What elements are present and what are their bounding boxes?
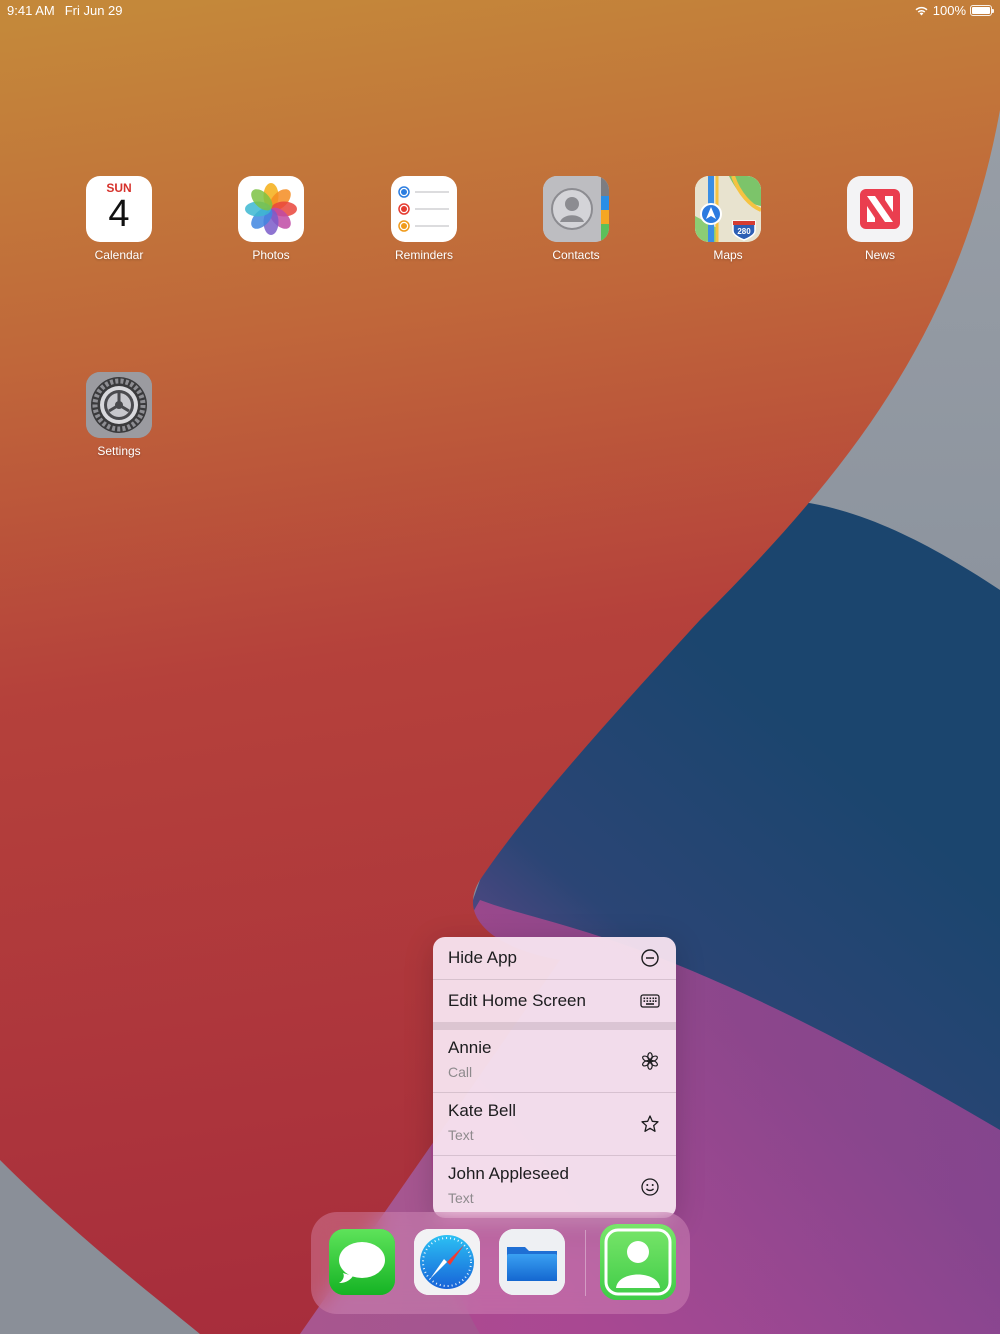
maps-icon: 280 — [695, 176, 761, 242]
calendar-icon: SUN 4 — [86, 176, 152, 242]
app-label: Maps — [713, 248, 743, 262]
battery-icon — [970, 5, 994, 16]
asterisk-flower-icon — [642, 1052, 658, 1070]
menu-item-hide-app[interactable]: Hide App — [433, 937, 676, 980]
settings-icon — [86, 372, 152, 438]
photos-icon — [238, 176, 304, 242]
contacts-icon — [600, 1224, 676, 1300]
status-time: 9:41 AM — [7, 3, 55, 18]
reminders-icon — [391, 176, 457, 242]
app-label: Reminders — [394, 248, 454, 262]
keyboard-icon — [640, 994, 660, 1008]
status-bar: 9:41 AM Fri Jun 29 100% — [0, 0, 1000, 20]
contact-name: Annie — [448, 1038, 492, 1057]
app-reminders[interactable]: Reminders — [364, 176, 484, 262]
app-label: Contacts — [552, 248, 600, 262]
menu-item-label: Hide App — [448, 948, 517, 967]
star-icon — [641, 1115, 659, 1132]
context-menu: Hide App Edit Home Screen Annie Call Kat… — [433, 937, 676, 1218]
calendar-date: 4 — [108, 193, 130, 235]
menu-item-edit-home-screen[interactable]: Edit Home Screen — [433, 980, 676, 1022]
status-date: Fri Jun 29 — [64, 3, 123, 18]
status-left: 9:41 AM Fri Jun 29 — [7, 3, 133, 18]
app-label: Calendar — [94, 248, 144, 262]
menu-item-contact-john-appleseed[interactable]: John Appleseed Text — [433, 1156, 676, 1218]
news-icon — [847, 176, 913, 242]
battery-percent: 100% — [932, 3, 966, 18]
menu-item-label: Edit Home Screen — [448, 991, 586, 1010]
contact-name: Kate Bell — [448, 1101, 517, 1120]
contact-action: Call — [448, 1064, 473, 1080]
dock-app-safari[interactable] — [414, 1229, 480, 1295]
minus-circle-icon — [641, 949, 659, 967]
menu-separator — [433, 1022, 676, 1030]
app-contacts[interactable]: Contacts — [516, 176, 636, 262]
status-right: 100% — [914, 3, 994, 18]
app-news[interactable]: News — [820, 176, 940, 262]
messages-icon — [329, 1229, 395, 1295]
contact-action: Text — [448, 1190, 474, 1206]
contact-action: Text — [448, 1127, 474, 1143]
contacts-icon — [543, 176, 609, 242]
dock-app-contacts[interactable] — [600, 1224, 676, 1300]
contact-name: John Appleseed — [448, 1164, 569, 1183]
menu-item-contact-annie[interactable]: Annie Call — [433, 1030, 676, 1093]
dock — [311, 1212, 690, 1314]
battery-fill — [972, 7, 990, 14]
app-settings[interactable]: Settings — [59, 372, 179, 458]
menu-item-contact-kate-bell[interactable]: Kate Bell Text — [433, 1093, 676, 1156]
dock-app-messages[interactable] — [329, 1229, 395, 1295]
files-icon — [499, 1229, 565, 1295]
app-label: News — [864, 248, 895, 262]
safari-icon — [414, 1229, 480, 1295]
app-photos[interactable]: Photos — [211, 176, 331, 262]
app-label: Settings — [97, 444, 141, 458]
smiley-icon — [641, 1178, 659, 1196]
wifi-icon — [915, 6, 928, 16]
dock-divider — [585, 1230, 586, 1296]
maps-shield-number: 280 — [737, 227, 751, 236]
app-calendar[interactable]: SUN 4 Calendar — [59, 176, 179, 262]
app-label: Photos — [252, 248, 290, 262]
dock-app-files[interactable] — [499, 1229, 565, 1295]
app-maps[interactable]: 280 Maps — [668, 176, 788, 262]
